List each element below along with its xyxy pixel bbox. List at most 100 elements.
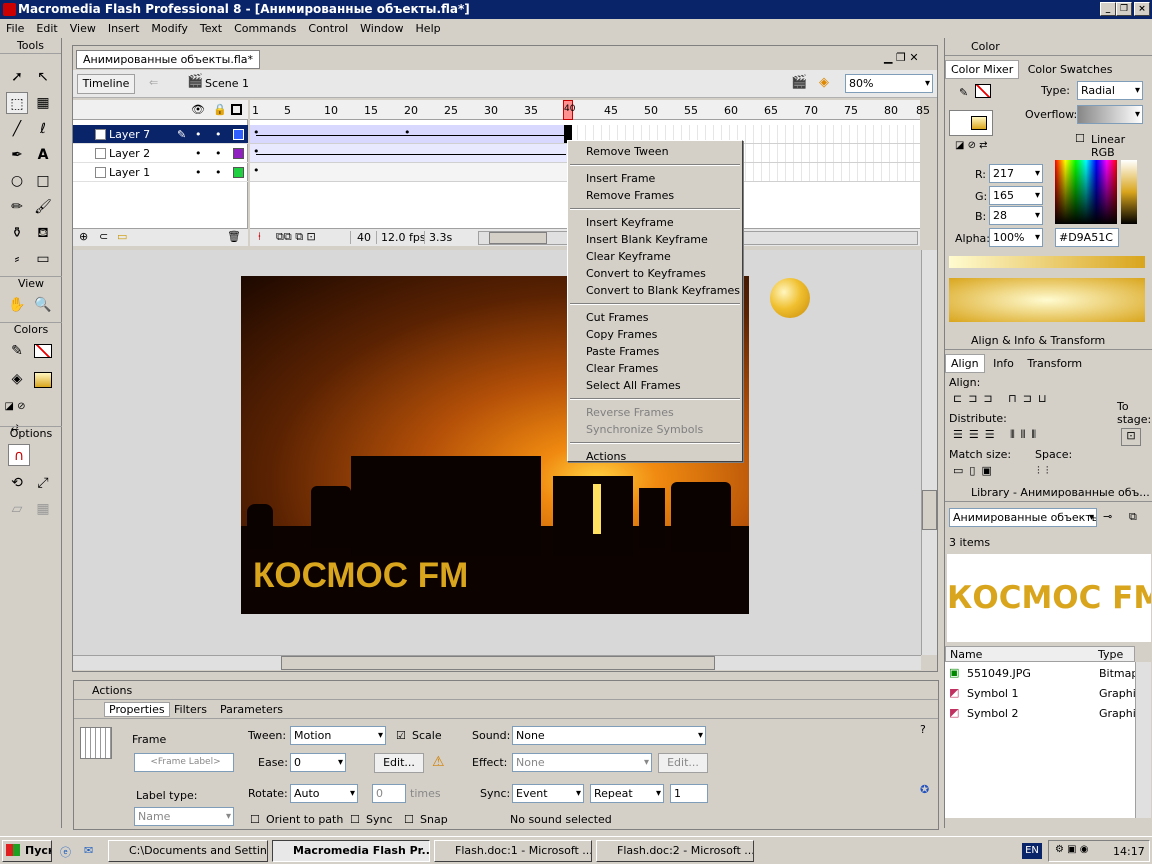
fill-transform-tool-icon[interactable]: ▦ xyxy=(32,92,54,114)
library-item[interactable]: ▣ 551049.JPG Bitmap xyxy=(945,664,1138,684)
stage-gold-ball[interactable] xyxy=(770,278,810,318)
brightness-slider[interactable] xyxy=(1121,160,1137,224)
eyedropper-tool-icon[interactable]: ⸗ xyxy=(6,248,28,270)
menu-commands[interactable]: Commands xyxy=(228,19,302,38)
center-frame-icon[interactable]: ⍿ xyxy=(258,230,261,244)
tab-parameters[interactable]: Parameters xyxy=(220,703,283,716)
gradient-bar[interactable] xyxy=(949,256,1145,268)
frame-label-input[interactable]: <Frame Label> xyxy=(134,753,234,772)
menu-item-remove-tween[interactable]: Remove Tween xyxy=(568,143,742,160)
rectangle-tool-icon[interactable]: □ xyxy=(32,170,54,192)
snap-checkbox[interactable]: ☐ xyxy=(404,813,414,826)
align-panel-header[interactable]: Align & Info & Transform xyxy=(945,332,1152,350)
close-button[interactable]: × xyxy=(1134,2,1150,16)
menu-item-cut-frames[interactable]: Cut Frames xyxy=(568,309,742,326)
align-buttons-icon[interactable]: ⊏⊐⊐ ⊓⊐⊔ xyxy=(953,392,1053,405)
help-icon[interactable]: ? xyxy=(920,723,926,736)
hand-tool-icon[interactable]: ✋ xyxy=(6,294,28,316)
b-input[interactable]: 28 xyxy=(989,206,1043,225)
menu-item-remove-frames[interactable]: Remove Frames xyxy=(568,187,742,204)
stroke-color-swatch[interactable] xyxy=(34,344,52,358)
arrow-tool-icon[interactable]: ➚ xyxy=(6,66,28,88)
add-layer-icon[interactable]: ⊕ xyxy=(79,230,88,243)
ease-input[interactable]: 0 xyxy=(290,753,346,772)
space-buttons-icon[interactable]: ⫶⫶ xyxy=(1037,464,1055,478)
overflow-select[interactable] xyxy=(1077,105,1143,124)
accessibility-icon[interactable]: ✪ xyxy=(920,783,929,796)
menu-item-paste-frames[interactable]: Paste Frames xyxy=(568,343,742,360)
tween-select[interactable]: Motion xyxy=(290,726,386,745)
menu-item-insert-blank-keyframe[interactable]: Insert Blank Keyframe xyxy=(568,231,742,248)
column-type[interactable]: Type xyxy=(1098,648,1123,661)
oval-tool-icon[interactable]: ○ xyxy=(6,170,28,192)
stage-horizontal-scrollbar[interactable] xyxy=(73,655,921,670)
sync-checkbox[interactable]: ☐ xyxy=(350,813,360,826)
library-panel-header[interactable]: Library - Анимированные объ... xyxy=(945,484,1152,502)
pencil-tool-icon[interactable]: ✏ xyxy=(6,196,28,218)
menu-item-insert-keyframe[interactable]: Insert Keyframe xyxy=(568,214,742,231)
add-folder-icon[interactable]: ▭ xyxy=(117,230,127,243)
onion-skin-icon[interactable]: ⧉⧉ ⧉ ⊡ xyxy=(276,230,316,244)
tab-properties[interactable]: Properties xyxy=(104,702,170,717)
layer-row[interactable]: Layer 7 ✎ • • xyxy=(73,125,248,144)
library-scrollbar[interactable] xyxy=(1135,662,1151,818)
menu-control[interactable]: Control xyxy=(302,19,354,38)
repeat-select[interactable]: Repeat xyxy=(590,784,664,803)
actions-panel-bar[interactable]: Actions xyxy=(74,681,938,700)
fill-type-select[interactable]: Radial xyxy=(1077,81,1143,100)
distribute-buttons-icon[interactable]: ☰☰☰ ⫴⫴⫴ xyxy=(953,428,1042,442)
mixer-stroke-swatch[interactable] xyxy=(975,84,991,98)
stroke-pencil-icon[interactable]: ✎ xyxy=(959,86,968,99)
layer-color-box[interactable] xyxy=(233,167,244,178)
menu-help[interactable]: Help xyxy=(410,19,447,38)
scale-option-icon[interactable]: ⤢ xyxy=(32,472,54,494)
tab-transform[interactable]: Transform xyxy=(1022,355,1087,372)
maximize-button[interactable]: ❐ xyxy=(1116,2,1132,16)
sync-select[interactable]: Event xyxy=(512,784,584,803)
color-spectrum-picker[interactable] xyxy=(1055,160,1117,224)
layer-row[interactable]: Layer 2 • • xyxy=(73,144,248,163)
menu-text[interactable]: Text xyxy=(194,19,228,38)
menu-modify[interactable]: Modify xyxy=(145,19,193,38)
language-indicator[interactable]: EN xyxy=(1022,843,1042,859)
g-input[interactable]: 165 xyxy=(989,186,1043,205)
taskbar-item-explorer[interactable]: C:\Documents and Settin... xyxy=(108,840,268,862)
r-input[interactable]: 217 xyxy=(989,164,1043,183)
library-document-select[interactable]: Анимированные объекть xyxy=(949,508,1097,527)
tab-info[interactable]: Info xyxy=(988,355,1019,372)
menu-item-convert-to-blank-keyframes[interactable]: Convert to Blank Keyframes xyxy=(568,282,742,299)
menu-item-copy-frames[interactable]: Copy Frames xyxy=(568,326,742,343)
menu-item-insert-frame[interactable]: Insert Frame xyxy=(568,170,742,187)
add-guide-layer-icon[interactable]: ⊂ xyxy=(99,230,108,243)
outline-icon[interactable] xyxy=(231,104,242,115)
label-type-select[interactable]: Name xyxy=(134,807,234,826)
taskbar-item-word-2[interactable]: Flash.doc:2 - Microsoft ... xyxy=(596,840,754,862)
layer-color-box[interactable] xyxy=(233,129,244,140)
edit-ease-button[interactable]: Edit... xyxy=(374,753,424,773)
edit-symbol-icon[interactable]: ◈ xyxy=(819,75,829,90)
tab-color-mixer[interactable]: Color Mixer xyxy=(945,60,1020,79)
match-size-buttons-icon[interactable]: ▭▯▣ xyxy=(953,464,998,477)
repeat-count-input[interactable]: 1 xyxy=(670,784,708,803)
menu-item-select-all-frames[interactable]: Select All Frames xyxy=(568,377,742,394)
tab-align[interactable]: Align xyxy=(945,354,985,373)
layer-color-box[interactable] xyxy=(233,148,244,159)
stage-title-kosmos-fm[interactable]: КОСМОС FM xyxy=(253,556,513,596)
doc-window-controls[interactable]: ▁ ❐ ✕ xyxy=(884,50,938,66)
menu-edit[interactable]: Edit xyxy=(30,19,63,38)
stroke-color-icon[interactable]: ✎ xyxy=(6,340,28,362)
rotate-option-icon[interactable]: ⟲ xyxy=(6,472,28,494)
subselect-tool-icon[interactable]: ↖ xyxy=(32,66,54,88)
scale-checkbox[interactable]: ☑ xyxy=(396,729,406,742)
taskbar-item-flash[interactable]: Macromedia Flash Pr... xyxy=(272,840,430,862)
color-panel-header[interactable]: Color xyxy=(945,38,1152,56)
fill-color-swatch[interactable] xyxy=(34,372,52,388)
menu-item-clear-frames[interactable]: Clear Frames xyxy=(568,360,742,377)
zoom-select[interactable]: 80% xyxy=(845,74,933,93)
layer-row[interactable]: Layer 1 • • xyxy=(73,163,248,182)
menu-view[interactable]: View xyxy=(64,19,102,38)
zoom-tool-icon[interactable]: 🔍 xyxy=(32,294,54,316)
pen-tool-icon[interactable]: ✒ xyxy=(6,144,28,166)
lock-icon[interactable]: 🔒 xyxy=(213,103,227,116)
timeline-button[interactable]: Timeline xyxy=(77,74,135,94)
